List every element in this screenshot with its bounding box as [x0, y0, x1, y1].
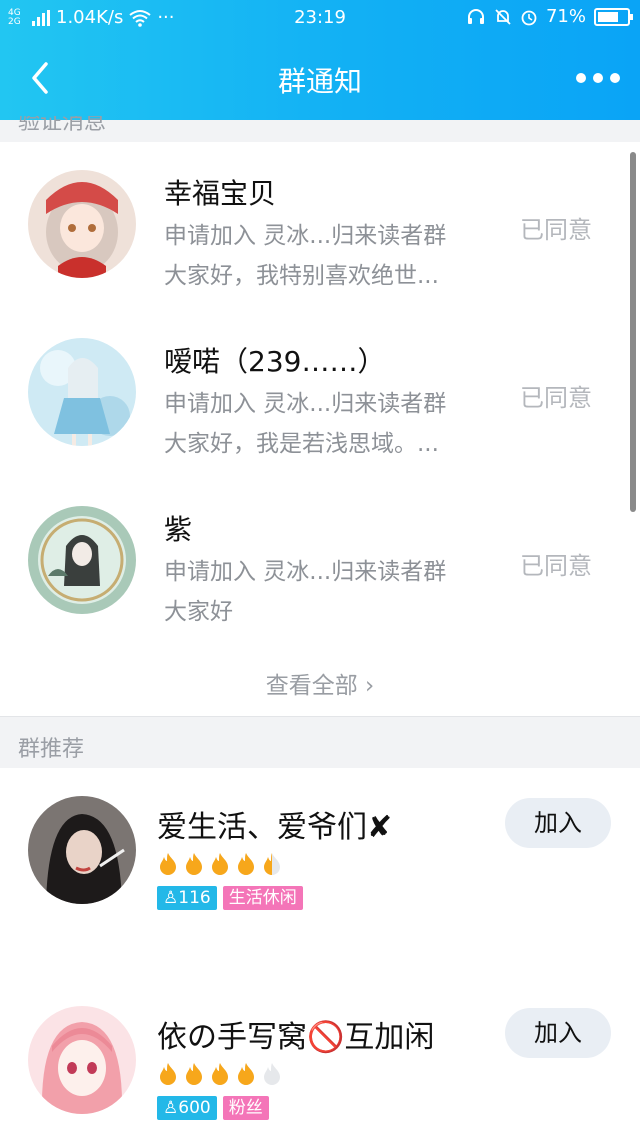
- avatar: [28, 338, 136, 446]
- request-item[interactable]: 嗳喏（239……） 申请加入 灵冰...归来读者群 大家好，我是若浅思域。...…: [0, 310, 640, 478]
- request-item[interactable]: 幸福宝贝 申请加入 灵冰...归来读者群 大家好，我特别喜欢绝世... 已同意: [0, 142, 640, 310]
- join-button[interactable]: 加入: [505, 1008, 611, 1058]
- avatar: [28, 506, 136, 614]
- header-bar: 4G 2G 1.04K/s ··· 23:19 71% 群通知: [0, 0, 640, 120]
- flame-icon: [212, 853, 228, 875]
- flame-icon: [238, 1063, 254, 1085]
- group-name: 爱生活、爱爷们✘: [157, 810, 393, 845]
- request-item[interactable]: 紫 申请加入 灵冰...归来读者群 大家好 已同意: [0, 478, 640, 646]
- mute-bell-icon: [495, 8, 511, 25]
- page-title: 群通知: [277, 65, 362, 98]
- battery-text: 71%: [545, 6, 586, 27]
- request-status: 已同意: [520, 384, 592, 412]
- requester-name: 紫: [164, 513, 193, 546]
- heat-rating: [157, 852, 283, 876]
- avatar: [28, 796, 136, 904]
- requester-name: 嗳喏（239……）: [164, 345, 386, 378]
- member-count-badge: ♙116: [157, 886, 217, 910]
- flame-icon: [238, 853, 254, 875]
- request-target: 申请加入 灵冰...归来读者群: [164, 391, 447, 417]
- alarm-icon: [521, 10, 537, 25]
- category-badge: 粉丝: [222, 1096, 269, 1120]
- flame-icon: [186, 1063, 202, 1085]
- flame-icon: [160, 853, 176, 875]
- section-label-recommend: 群推荐: [18, 737, 85, 762]
- section-header-recommend: 群推荐: [0, 716, 640, 768]
- heat-rating: [157, 1062, 283, 1086]
- nav-bar: 群通知: [0, 36, 640, 120]
- flame-icon: [212, 1063, 228, 1085]
- group-item[interactable]: 依の手写窝🚫互加闲 ♙600 粉丝 加入: [0, 978, 640, 1138]
- request-message: 大家好: [164, 599, 233, 625]
- more-icon[interactable]: [576, 64, 620, 92]
- group-name: 依の手写窝🚫互加闲: [157, 1020, 435, 1055]
- flame-icon: [264, 1063, 280, 1085]
- avatar: [28, 1006, 136, 1114]
- verify-list: 幸福宝贝 申请加入 灵冰...归来读者群 大家好，我特别喜欢绝世... 已同意 …: [0, 142, 640, 716]
- group-item[interactable]: 爱生活、爱爷们✘ ♙116 生活休闲 加入: [0, 768, 640, 978]
- request-target: 申请加入 灵冰...归来读者群: [164, 223, 447, 249]
- request-target: 申请加入 灵冰...归来读者群: [164, 559, 447, 585]
- flame-icon: [264, 853, 280, 875]
- scrollbar[interactable]: [630, 152, 636, 512]
- category-badge: 生活休闲: [222, 886, 303, 910]
- battery-icon: [594, 7, 633, 26]
- member-count-badge: ♙600: [157, 1096, 217, 1120]
- group-recommend-list: 爱生活、爱爷们✘ ♙116 生活休闲 加入 依の手写窝🚫互加闲 ♙600 粉丝 …: [0, 768, 640, 1138]
- request-status: 已同意: [520, 552, 592, 580]
- request-message: 大家好，我特别喜欢绝世...: [164, 263, 439, 289]
- join-button[interactable]: 加入: [505, 798, 611, 848]
- requester-name: 幸福宝贝: [164, 177, 277, 210]
- flame-icon: [186, 853, 202, 875]
- status-bar: 4G 2G 1.04K/s ··· 23:19 71%: [0, 0, 640, 36]
- avatar: [28, 170, 136, 278]
- headset-icon: [467, 8, 484, 24]
- request-status: 已同意: [520, 216, 592, 244]
- view-all-link[interactable]: 查看全部 ›: [0, 666, 640, 700]
- request-message: 大家好，我是若浅思域。...: [164, 431, 439, 457]
- section-label-verify: 验证消息: [18, 116, 107, 135]
- flame-icon: [160, 1063, 176, 1085]
